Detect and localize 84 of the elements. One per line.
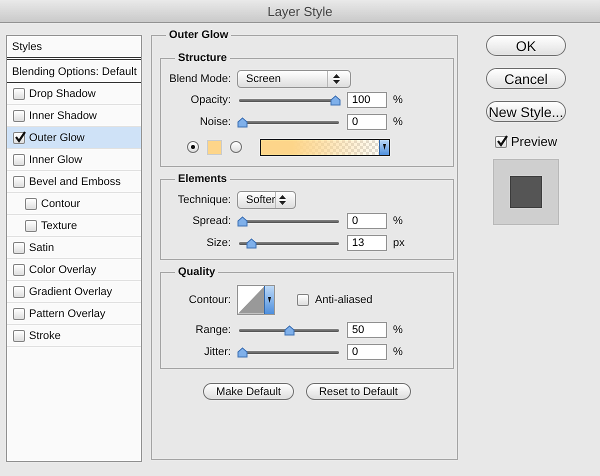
sidebar-item[interactable]: Contour [7, 193, 141, 215]
checkbox[interactable] [13, 286, 25, 298]
checkbox[interactable] [13, 330, 25, 342]
dialog-button[interactable]: OK [486, 35, 566, 56]
dialog-button[interactable]: New Style... [486, 101, 566, 122]
slider-thumb[interactable] [330, 94, 341, 106]
group-title: Outer Glow [166, 29, 232, 41]
checkbox[interactable] [25, 198, 37, 210]
input-field[interactable]: 0 [347, 114, 387, 130]
slider-thumb[interactable] [237, 216, 248, 226]
unit-label: % [393, 94, 404, 106]
action-button[interactable]: Reset to Default [306, 383, 411, 400]
checkbox-label: Anti-aliased [315, 294, 372, 306]
sidebar-header[interactable]: Styles [12, 40, 42, 52]
dropdown-arrow-icon [268, 297, 272, 303]
checkbox[interactable] [494, 136, 507, 148]
unit-label: % [393, 346, 404, 358]
sidebar-item[interactable]: Blending Options: Default [12, 66, 137, 78]
field-label: Size: [206, 237, 231, 249]
gradient-picker[interactable] [260, 138, 390, 156]
field-label: Contour: [188, 294, 231, 306]
slider-thumb[interactable] [237, 346, 248, 358]
checkbox[interactable] [13, 110, 25, 122]
group-title: Structure [177, 52, 228, 64]
updown-arrows-icon [332, 74, 340, 84]
slider-thumb[interactable] [246, 238, 258, 248]
field-label: Technique: [176, 194, 231, 206]
checkbox[interactable] [13, 242, 25, 254]
sidebar-item[interactable]: Satin [7, 237, 141, 259]
slider[interactable] [237, 116, 341, 128]
input-field[interactable]: 0 [347, 344, 387, 360]
field-label: Jitter: [203, 346, 231, 358]
checkbox[interactable] [13, 176, 25, 188]
slider[interactable] [237, 216, 341, 226]
checkbox-label: Preview [510, 134, 558, 149]
action-button[interactable]: Make Default [203, 383, 294, 400]
sidebar-item[interactable]: Pattern Overlay [7, 303, 141, 325]
sidebar-item[interactable]: Gradient Overlay [7, 281, 141, 303]
field-label: Blend Mode: [169, 73, 231, 85]
checkbox[interactable] [13, 264, 25, 276]
group-title: Elements [177, 173, 228, 185]
field-label: Range: [194, 324, 231, 336]
field-label: Opacity: [190, 94, 231, 106]
sidebar-item[interactable]: Color Overlay [7, 259, 141, 281]
sidebar-item[interactable]: Inner Glow [7, 149, 141, 171]
updown-arrows-icon [279, 195, 286, 205]
field-label: Spread: [191, 215, 231, 227]
checkbox[interactable] [13, 88, 25, 100]
window-title: Layer Style [267, 4, 333, 18]
input-field[interactable]: 50 [347, 322, 387, 338]
slider-thumb[interactable] [237, 116, 248, 128]
slider-thumb[interactable] [284, 324, 294, 336]
dropdown[interactable]: Screen [237, 70, 351, 88]
dropdown-arrow-icon [383, 144, 386, 150]
checkbox[interactable] [297, 294, 309, 306]
sidebar-item[interactable]: Drop Shadow [7, 83, 141, 105]
unit-label: px [393, 237, 406, 249]
unit-label: % [393, 215, 404, 227]
preview-thumbnail [493, 159, 559, 225]
slider[interactable] [237, 324, 341, 336]
sidebar-item[interactable]: Bevel and Emboss [7, 171, 141, 193]
slider[interactable] [237, 346, 341, 358]
sidebar-item[interactable]: Outer Glow [7, 127, 141, 149]
sidebar-item[interactable]: Stroke [7, 325, 141, 347]
contour-picker[interactable] [237, 285, 275, 315]
unit-label: % [393, 116, 404, 128]
checkbox[interactable] [13, 132, 25, 144]
slider[interactable] [237, 238, 341, 248]
dialog-button[interactable]: Cancel [486, 68, 566, 89]
color-swatch[interactable] [207, 140, 222, 154]
checkbox[interactable] [25, 220, 37, 232]
input-field[interactable]: 100 [347, 92, 387, 108]
checkbox[interactable] [13, 308, 25, 320]
radio-button[interactable] [230, 141, 242, 153]
field-label: Noise: [198, 116, 231, 128]
input-field[interactable]: 0 [347, 213, 387, 229]
dropdown[interactable]: Softer [237, 191, 296, 209]
sidebar-item[interactable]: Texture [7, 215, 141, 237]
input-field[interactable]: 13 [347, 235, 387, 251]
group-title: Quality [177, 266, 216, 278]
checkbox[interactable] [13, 154, 25, 166]
unit-label: % [393, 324, 404, 336]
radio-button[interactable] [187, 141, 199, 153]
slider[interactable] [237, 94, 341, 106]
